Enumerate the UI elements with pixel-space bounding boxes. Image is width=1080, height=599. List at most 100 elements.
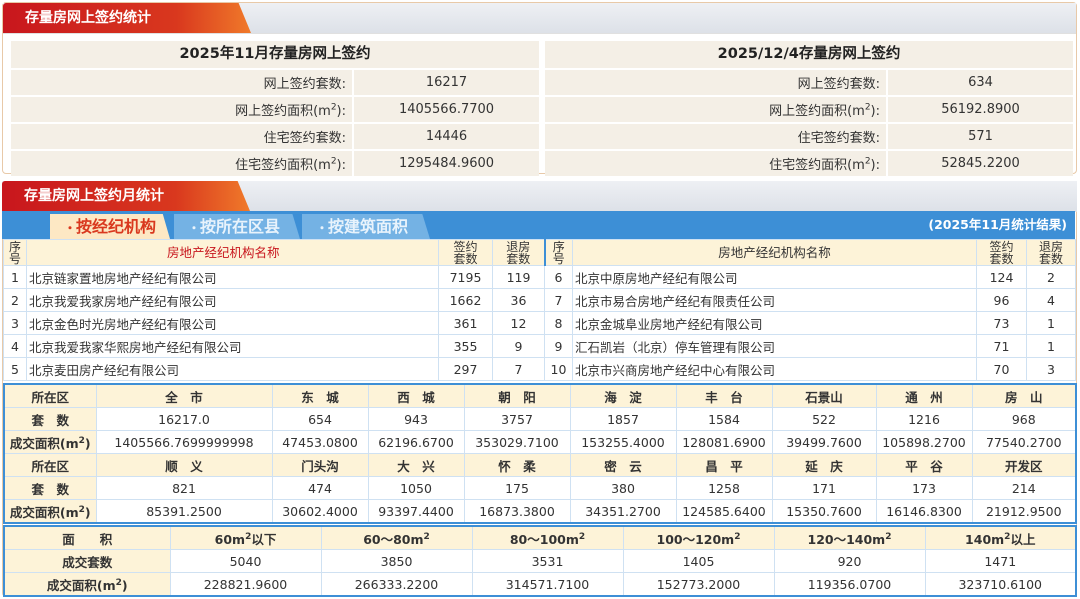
area-range-name: 60m2以下 xyxy=(169,525,322,550)
returned-count-cell: 1 xyxy=(1026,311,1076,335)
tab-by-district[interactable]: ・按所在区县 xyxy=(174,214,300,239)
rank-cell: 2 xyxy=(3,288,27,312)
district-name: 平 谷 xyxy=(875,453,973,477)
district-name: 全 市 xyxy=(95,383,273,408)
table-row: 3 北京金色时光房地产经纪有限公司 361 12 8 北京金城阜业房地产经纪有限… xyxy=(3,311,1076,335)
area-label: 成交面积(m2) xyxy=(3,499,97,524)
summary-row: 住宅签约面积(m2): 52845.2200 xyxy=(545,150,1073,178)
tab-bar: ・按经纪机构 ・按所在区县 ・按建筑面积 (2025年11月统计结果) xyxy=(2,211,1075,239)
summary-row: 网上签约面积(m2): 1405566.7700 xyxy=(11,96,539,124)
district-header-row: 所在区 全 市 东 城 西 城 朝 阳 海 淀 丰 台 石景山 通 州 房 山 xyxy=(3,383,1077,408)
count-cell: 1584 xyxy=(675,407,773,431)
col-no: 序号 xyxy=(3,239,27,266)
summary-label: 住宅签约面积(m2): xyxy=(545,150,888,178)
area-cell: 34351.2700 xyxy=(569,499,677,524)
signed-count-cell: 71 xyxy=(976,334,1027,358)
count-cell: 1471 xyxy=(924,549,1077,573)
district-area-row: 成交面积(m2) 85391.2500 30602.4000 93397.440… xyxy=(3,499,1077,524)
rank-cell: 5 xyxy=(3,357,27,381)
district-name: 石景山 xyxy=(771,383,877,408)
signed-count-cell: 297 xyxy=(438,357,493,381)
bullet-icon: ・ xyxy=(316,221,329,235)
summary-label: 网上签约面积(m2): xyxy=(545,96,888,124)
panel-header: 存量房网上签约月统计 xyxy=(2,181,1077,212)
summary-row: 住宅签约面积(m2): 1295484.9600 xyxy=(11,150,539,178)
area-cell: 128081.6900 xyxy=(675,430,773,454)
day-summary-caption: 2025/12/4存量房网上签约 xyxy=(545,41,1073,70)
count-cell: 16217.0 xyxy=(95,407,273,431)
tab-by-floor-area[interactable]: ・按建筑面积 xyxy=(302,214,430,239)
summary-row: 住宅签约套数: 14446 xyxy=(11,123,539,151)
rank-cell: 3 xyxy=(3,311,27,335)
count-label: 成交套数 xyxy=(3,549,171,573)
agency-name-cell: 汇石凯岩（北京）停车管理有限公司 xyxy=(572,334,977,358)
table-row: 2 北京我爱我家房地产经纪有限公司 1662 36 7 北京市易合房地产经纪有限… xyxy=(3,288,1076,312)
count-cell: 1405 xyxy=(622,549,775,573)
rank-cell: 4 xyxy=(3,334,27,358)
col-returned: 退房 套数 xyxy=(1026,239,1076,266)
count-cell: 175 xyxy=(463,476,571,500)
area-cell: 124585.6400 xyxy=(675,499,773,524)
summary-row: 网上签约套数: 634 xyxy=(545,70,1073,97)
agency-name-cell: 北京市兴商房地产经纪中心有限公司 xyxy=(572,357,977,381)
rank-cell: 6 xyxy=(544,265,573,289)
district-name: 大 兴 xyxy=(367,453,465,477)
returned-count-cell: 1 xyxy=(1026,334,1076,358)
floor-area-table: 面 积 60m2以下 60～80m2 80～100m2 100～120m2 12… xyxy=(3,525,1077,597)
rank-cell: 8 xyxy=(544,311,573,335)
area-cell: 153255.4000 xyxy=(569,430,677,454)
count-cell: 920 xyxy=(773,549,926,573)
district-name: 开发区 xyxy=(971,453,1077,477)
count-cell: 522 xyxy=(771,407,877,431)
bullet-icon: ・ xyxy=(188,221,201,235)
returned-count-cell: 7 xyxy=(492,357,545,381)
count-label: 套 数 xyxy=(3,407,97,431)
area-cell: 93397.4400 xyxy=(367,499,465,524)
area-cell: 30602.4000 xyxy=(271,499,369,524)
panel-title: 存量房网上签约统计 xyxy=(3,3,251,33)
area-cell: 314571.7100 xyxy=(471,572,624,597)
count-cell: 171 xyxy=(771,476,877,500)
returned-count-cell: 4 xyxy=(1026,288,1076,312)
table-row: 4 北京我爱我家华熙房地产经纪有限公司 355 9 9 汇石凯岩（北京）停车管理… xyxy=(3,334,1076,358)
count-cell: 3531 xyxy=(471,549,624,573)
day-summary-box: 2025/12/4存量房网上签约 网上签约套数: 634 网上签约面积(m2): 5… xyxy=(545,41,1073,178)
summary-value: 1295484.9600 xyxy=(353,150,539,178)
count-cell: 968 xyxy=(971,407,1077,431)
area-cell: 16146.8300 xyxy=(875,499,973,524)
area-cell: 152773.2000 xyxy=(622,572,775,597)
district-name: 东 城 xyxy=(271,383,369,408)
district-name: 昌 平 xyxy=(675,453,773,477)
returned-count-cell: 119 xyxy=(492,265,545,289)
agency-name-cell: 北京链家置地房地产经纪有限公司 xyxy=(26,265,439,289)
count-cell: 3757 xyxy=(463,407,571,431)
area-range-name: 80～100m2 xyxy=(471,525,624,550)
agency-name-cell: 北京市易合房地产经纪有限责任公司 xyxy=(572,288,977,312)
summary-label: 住宅签约套数: xyxy=(11,123,354,151)
signed-count-cell: 70 xyxy=(976,357,1027,381)
area-range-name: 140m2以上 xyxy=(924,525,1077,550)
area-cell: 266333.2200 xyxy=(320,572,473,597)
district-name: 房 山 xyxy=(971,383,1077,408)
district-name: 门头沟 xyxy=(271,453,369,477)
count-cell: 173 xyxy=(875,476,973,500)
rank-cell: 9 xyxy=(544,334,573,358)
month-summary-box: 2025年11月存量房网上签约 网上签约套数: 16217 网上签约面积(m2):… xyxy=(11,41,539,178)
returned-count-cell: 3 xyxy=(1026,357,1076,381)
area-cell: 62196.6700 xyxy=(367,430,465,454)
col-signed: 签约 套数 xyxy=(438,239,493,266)
month-summary-table: 网上签约套数: 16217 网上签约面积(m2): 1405566.7700 住宅签… xyxy=(11,70,539,178)
count-cell: 1857 xyxy=(569,407,677,431)
col-no: 序号 xyxy=(543,239,573,266)
count-cell: 1258 xyxy=(675,476,773,500)
signed-count-cell: 96 xyxy=(976,288,1027,312)
tab-by-agency[interactable]: ・按经纪机构 xyxy=(50,214,170,239)
district-name: 西 城 xyxy=(367,383,465,408)
rank-cell: 7 xyxy=(544,288,573,312)
col-agency-name: 房地产经纪机构名称 xyxy=(572,239,977,266)
district-header-row: 所在区 顺 义 门头沟 大 兴 怀 柔 密 云 昌 平 延 庆 平 谷 开发区 xyxy=(3,453,1077,477)
area-range-label: 面 积 xyxy=(3,525,171,550)
area-cell: 77540.2700 xyxy=(971,430,1077,454)
count-cell: 1050 xyxy=(367,476,465,500)
agency-name-cell: 北京金城阜业房地产经纪有限公司 xyxy=(572,311,977,335)
